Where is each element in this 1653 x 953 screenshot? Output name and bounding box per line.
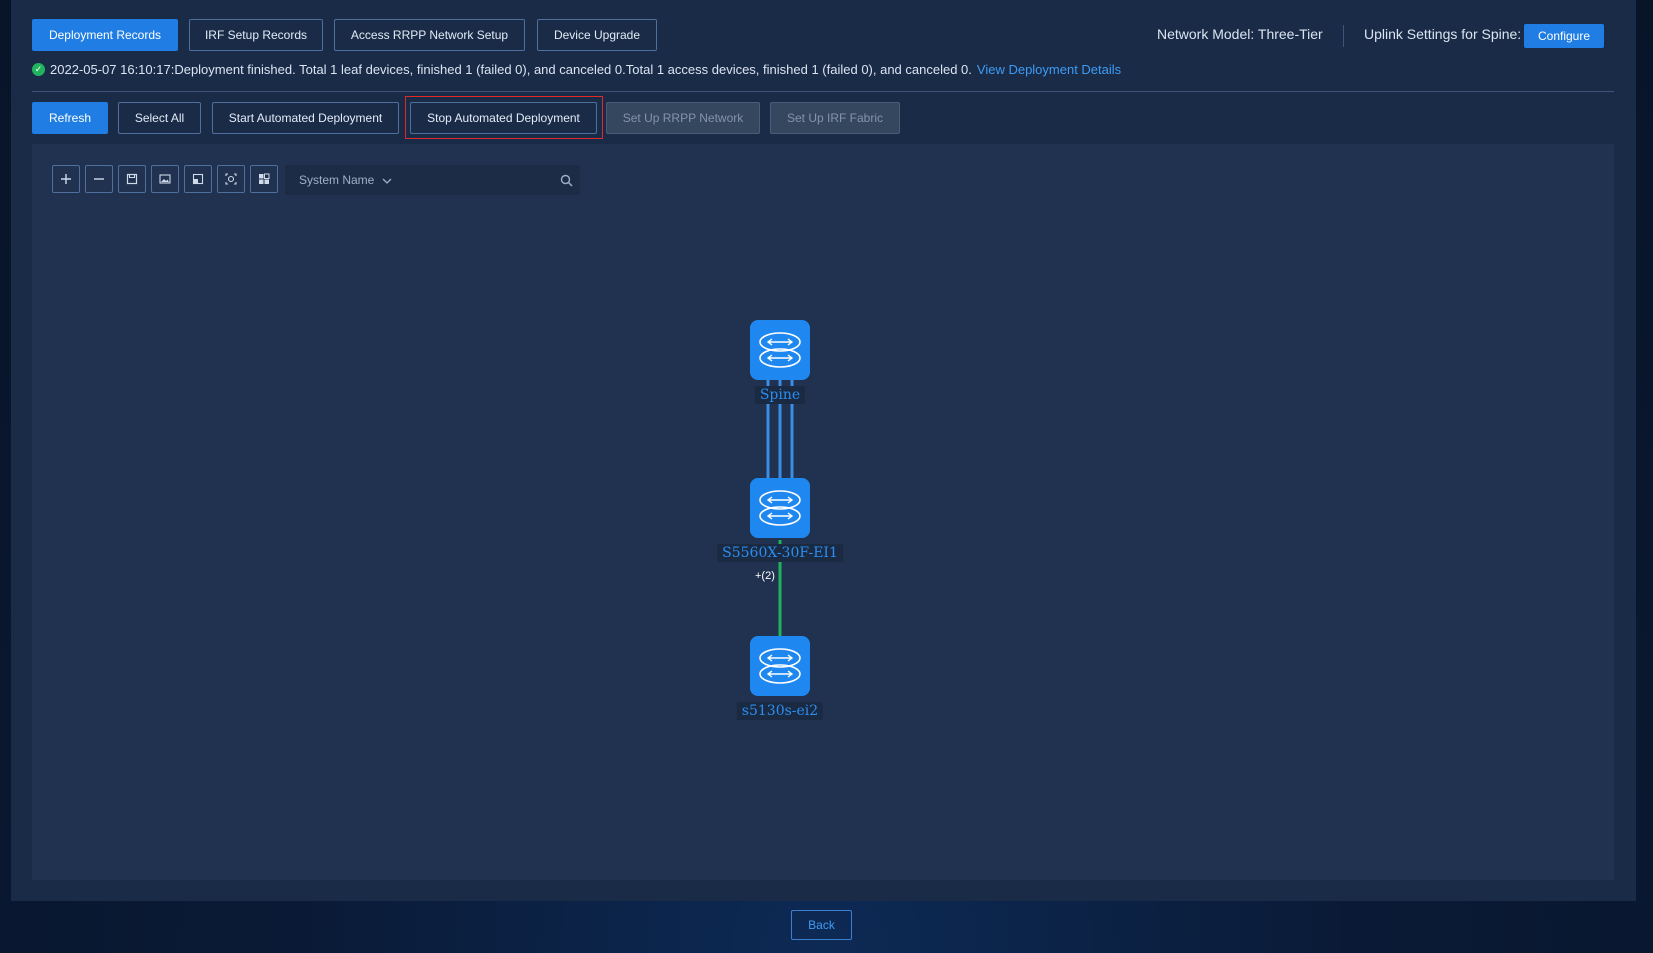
node-label-spine: Spine <box>754 386 806 404</box>
switch-icon <box>759 332 801 368</box>
spine-node[interactable] <box>750 320 810 380</box>
link-count-badge[interactable]: +(2) <box>755 570 775 582</box>
node-label-access: s5130s-ei2 <box>736 702 824 720</box>
back-button[interactable]: Back <box>791 910 852 940</box>
leaf-node[interactable] <box>750 478 810 538</box>
access-node[interactable] <box>750 636 810 696</box>
switch-icon <box>759 490 801 526</box>
switch-icon <box>759 648 801 684</box>
topology-links <box>766 380 794 638</box>
node-label-leaf: S5560X-30F-EI1 <box>717 544 843 562</box>
